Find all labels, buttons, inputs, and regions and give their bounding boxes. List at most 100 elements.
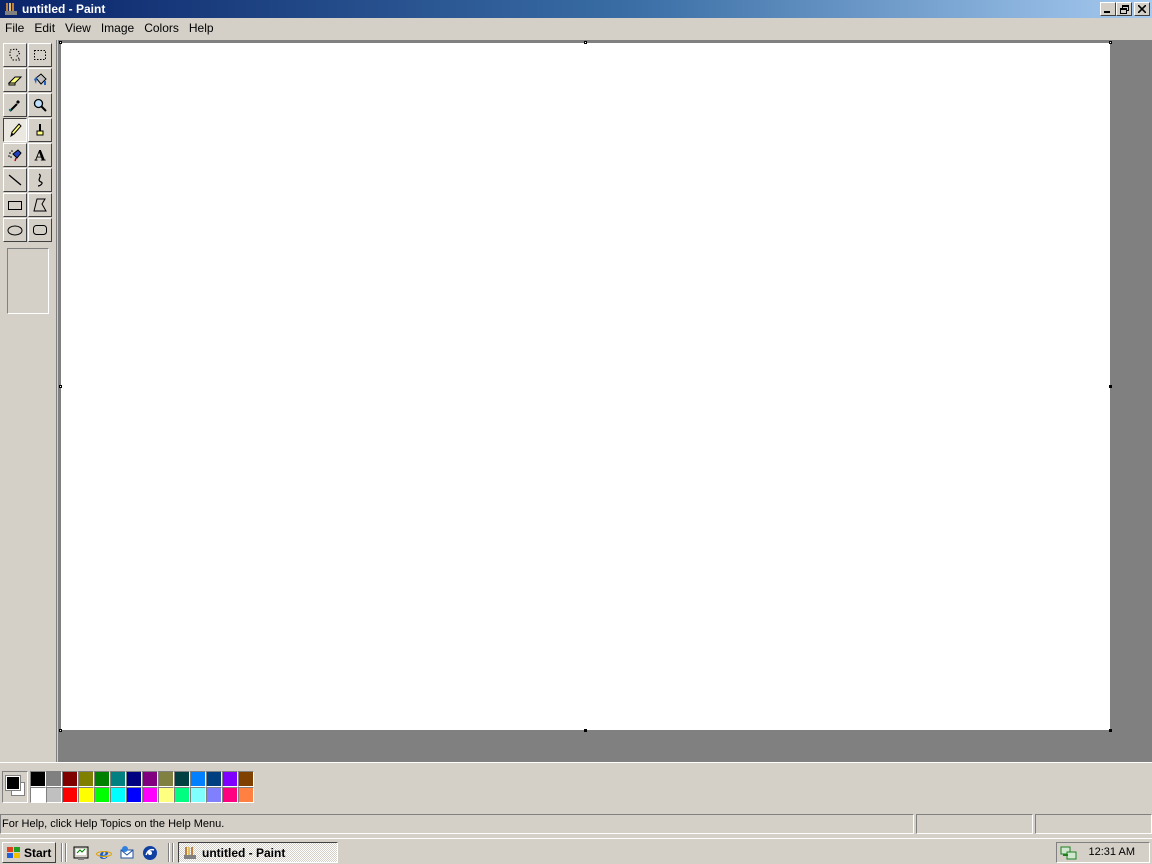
status-bar: For Help, click Help Topics on the Help … [0,814,1152,836]
menu-view[interactable]: View [60,19,96,37]
taskbar-separator [65,843,67,862]
tool-text[interactable]: A [28,143,52,167]
tool-polygon[interactable] [28,193,52,217]
tool-options-box[interactable] [7,248,49,314]
tool-rounded-rectangle[interactable] [28,218,52,242]
line-icon [8,174,22,186]
show-desktop-icon[interactable] [72,844,90,862]
text-icon: A [34,149,47,164]
color-swatch[interactable] [62,771,78,787]
outlook-express-icon[interactable] [118,844,136,862]
close-button[interactable] [1134,2,1150,16]
rect-select-icon [34,50,46,60]
title-bar[interactable]: untitled - Paint [0,0,1152,18]
tool-ellipse[interactable] [3,218,27,242]
menu-file[interactable]: File [0,19,29,37]
resize-handle-top-right [1109,41,1112,44]
internet-explorer-icon[interactable]: e [95,844,113,862]
tool-fill-with-color[interactable] [28,68,52,92]
color-swatch[interactable] [46,771,62,787]
tool-magnifier[interactable] [28,93,52,117]
tool-pick-color[interactable] [3,93,27,117]
color-swatch[interactable] [126,771,142,787]
tool-curve[interactable] [28,168,52,192]
color-swatch[interactable] [238,771,254,787]
current-colors[interactable] [2,771,28,803]
svg-text:A: A [34,149,47,164]
paint-bucket-icon [34,73,47,85]
status-help-text: For Help, click Help Topics on the Help … [0,814,914,834]
menu-colors[interactable]: Colors [139,19,184,37]
canvas-workspace [58,40,1152,762]
taskbar: Start e untitled - Paint 12:31 AM [0,838,1152,864]
taskbar-separator [168,843,170,862]
color-swatch[interactable] [94,787,110,803]
resize-handle-bottom[interactable] [584,729,587,732]
color-swatch[interactable] [46,787,62,803]
color-swatch[interactable] [78,787,94,803]
paint-app-icon[interactable] [3,1,19,17]
start-button[interactable]: Start [2,842,56,863]
rounded-rect-icon [33,225,47,235]
restore-button[interactable] [1116,2,1132,16]
tool-rectangle[interactable] [3,193,27,217]
color-swatch[interactable] [174,787,190,803]
eyedropper-icon [8,100,20,112]
color-swatch[interactable] [158,787,174,803]
taskbar-separator [172,843,174,862]
menu-bar: File Edit View Image Colors Help [0,19,219,37]
color-swatch[interactable] [206,787,222,803]
color-swatch[interactable] [62,787,78,803]
tool-brush[interactable] [28,118,52,142]
status-selection-size [1035,814,1152,834]
taskbar-button-paint[interactable]: untitled - Paint [178,842,338,863]
color-swatch[interactable] [174,771,190,787]
paint-app-icon [184,846,196,859]
tool-airbrush[interactable] [3,143,27,167]
color-swatch[interactable] [110,787,126,803]
color-swatch[interactable] [190,771,206,787]
paint-window: untitled - Paint File Edit View Image Co… [0,0,1152,838]
tool-line[interactable] [3,168,27,192]
polygon-icon [33,198,47,212]
network-icon[interactable] [1060,844,1078,862]
resize-handle-bottom-left [59,729,62,732]
menu-edit[interactable]: Edit [29,19,60,37]
color-swatch[interactable] [110,771,126,787]
color-swatch[interactable] [142,787,158,803]
tool-free-form-select[interactable] [3,43,27,67]
color-swatch[interactable] [158,771,174,787]
menu-help[interactable]: Help [184,19,219,37]
color-swatch[interactable] [30,787,46,803]
resize-handle-top [584,41,587,44]
eraser-icon [7,76,23,86]
color-swatch[interactable] [206,771,222,787]
color-swatch[interactable] [30,771,46,787]
foreground-color-swatch [5,775,21,791]
color-swatch[interactable] [222,771,238,787]
svg-text:e: e [99,845,109,861]
media-player-icon[interactable] [141,844,159,862]
resize-handle-bottom-right[interactable] [1109,729,1112,732]
clock[interactable]: 12:31 AM [1089,846,1135,858]
pencil-icon [10,123,22,138]
minimize-button[interactable] [1100,2,1116,16]
color-swatch[interactable] [222,787,238,803]
tool-pencil[interactable] [3,118,27,142]
color-swatch[interactable] [126,787,142,803]
color-swatch[interactable] [78,771,94,787]
airbrush-icon [8,149,22,162]
ellipse-icon [7,225,23,236]
taskbar-separator [61,843,63,862]
color-swatch[interactable] [190,787,206,803]
tool-select[interactable] [28,43,52,67]
free-select-icon [9,48,21,61]
menu-image[interactable]: Image [96,19,139,37]
tool-eraser[interactable] [3,68,27,92]
color-swatch[interactable] [142,771,158,787]
resize-handle-right[interactable] [1109,385,1112,388]
drawing-canvas[interactable] [61,43,1110,730]
color-swatch[interactable] [238,787,254,803]
curve-icon [37,173,43,187]
color-swatch[interactable] [94,771,110,787]
